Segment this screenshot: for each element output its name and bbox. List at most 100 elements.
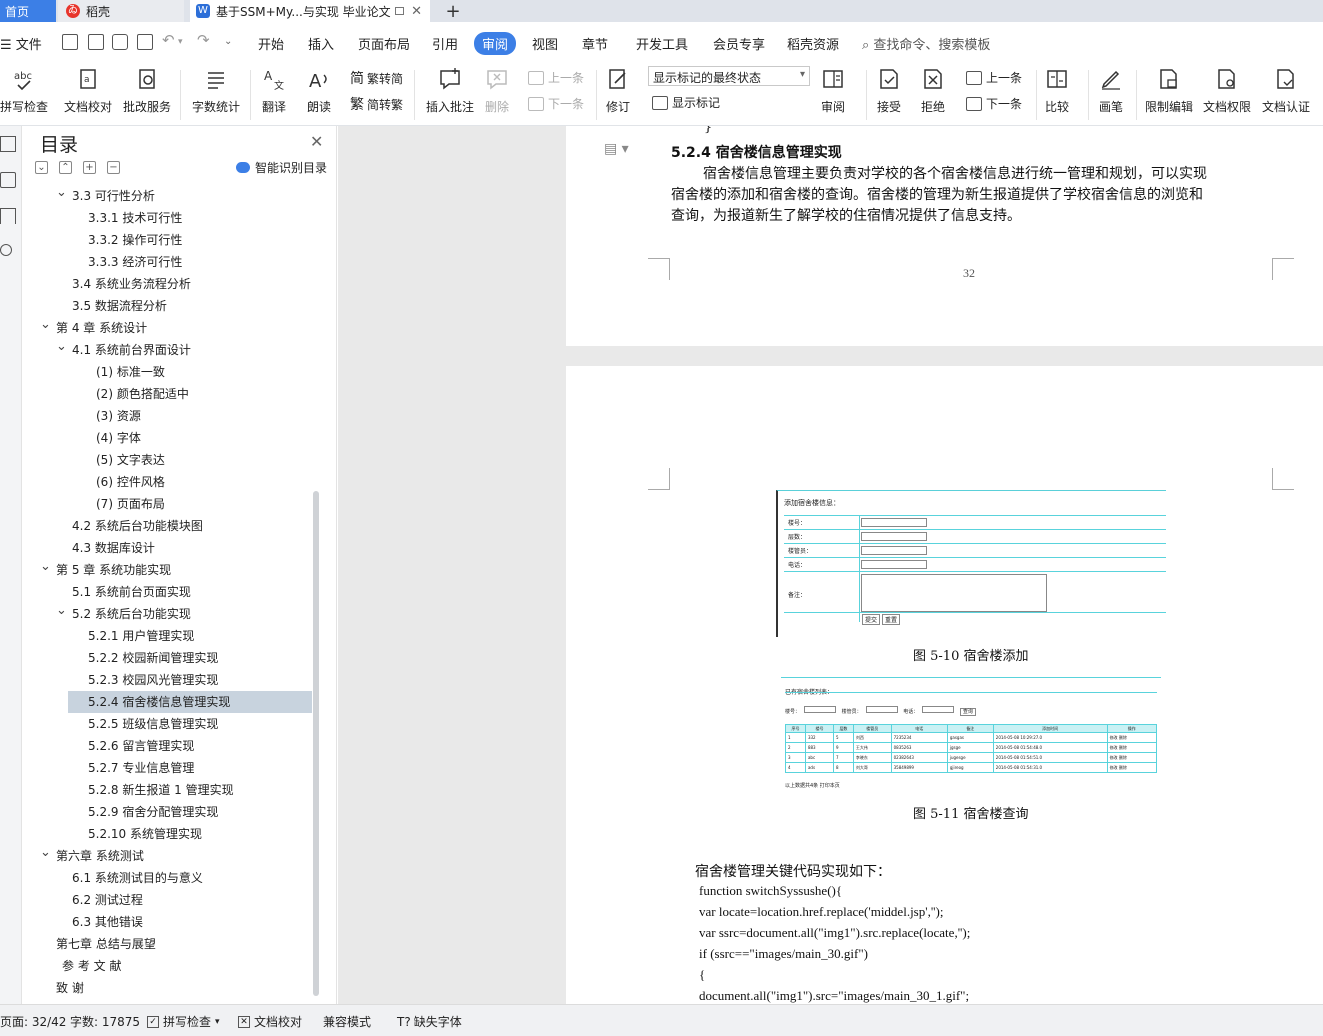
toc-item[interactable]: 5.2.9 宿舍分配管理实现 bbox=[22, 801, 312, 823]
paragraph-handle-icon[interactable]: ▤ ▾ bbox=[604, 141, 629, 157]
compat-mode-status[interactable]: 兼容模式 bbox=[323, 1013, 371, 1030]
prev-comment-button[interactable]: 上一条 bbox=[528, 69, 584, 86]
track-changes-button[interactable]: 修订 bbox=[605, 66, 631, 115]
toc-item[interactable]: 5.2.6 留言管理实现 bbox=[22, 735, 312, 757]
accept-change-button[interactable]: 接受 bbox=[876, 66, 902, 115]
prev-change-button[interactable]: 上一条 bbox=[966, 69, 1022, 86]
file-menu[interactable]: ☰ 文件 bbox=[0, 34, 42, 53]
read-aloud-button[interactable]: A 朗读 bbox=[306, 66, 332, 115]
toc-item[interactable]: ⌄ 3.3 可行性分析 bbox=[22, 185, 312, 207]
toc-expand-chevron-icon[interactable]: ⌄ bbox=[40, 842, 51, 864]
toc-item[interactable]: 3.3.1 技术可行性 bbox=[22, 207, 312, 229]
document-canvas[interactable]: } ▤ ▾ 5.2.4 宿舍楼信息管理实现 宿舍楼信息管理主要负责对学校的各个宿… bbox=[338, 126, 1323, 1004]
toc-item[interactable]: 5.2.1 用户管理实现 bbox=[22, 625, 312, 647]
menu-daoke-resources[interactable]: 稻壳资源 bbox=[787, 34, 839, 53]
menu-insert[interactable]: 插入 bbox=[308, 34, 334, 53]
translate-button[interactable]: A文 翻译 bbox=[261, 66, 287, 115]
command-search[interactable]: ⌕ 查找命令、搜索模板 bbox=[862, 34, 990, 53]
toc-item[interactable]: (7) 页面布局 bbox=[22, 493, 312, 515]
toc-expand-chevron-icon[interactable]: ⌄ bbox=[56, 182, 67, 204]
toc-item[interactable]: 4.3 数据库设计 bbox=[22, 537, 312, 559]
next-change-button[interactable]: 下一条 bbox=[966, 95, 1022, 112]
tab-home[interactable]: 首页 bbox=[0, 0, 56, 22]
smart-toc-button[interactable]: 智能识别目录 bbox=[236, 159, 327, 176]
toc-item[interactable]: 5.2.3 校园风光管理实现 bbox=[22, 669, 312, 691]
compare-button[interactable]: 比较 bbox=[1044, 66, 1070, 115]
redo-icon[interactable]: ↷ bbox=[197, 31, 210, 49]
undo-icon[interactable]: ↶ bbox=[162, 31, 175, 49]
toc-item[interactable]: (5) 文字表达 bbox=[22, 449, 312, 471]
toc-item[interactable]: (6) 控件风格 bbox=[22, 471, 312, 493]
toc-item[interactable]: (4) 字体 bbox=[22, 427, 312, 449]
toc-item[interactable]: 6.2 测试过程 bbox=[22, 889, 312, 911]
toc-item[interactable]: 3.3.3 经济可行性 bbox=[22, 251, 312, 273]
toc-item[interactable]: ⌄ 4.1 系统前台界面设计 bbox=[22, 339, 312, 361]
export-pdf-icon[interactable] bbox=[88, 34, 104, 50]
missing-font-status[interactable]: T? 缺失字体 bbox=[397, 1013, 462, 1030]
tab-close-icon[interactable]: ✕ bbox=[411, 4, 422, 19]
markup-state-select[interactable]: 显示标记的最终状态 bbox=[648, 66, 810, 86]
print-preview-icon[interactable] bbox=[137, 34, 153, 50]
toc-item[interactable]: 5.2.5 班级信息管理实现 bbox=[22, 713, 312, 735]
spell-check-button[interactable]: abc 拼写检查 bbox=[0, 66, 48, 115]
find-icon[interactable] bbox=[0, 244, 12, 256]
spell-check-status[interactable]: ✓ 拼写检查 ▾ bbox=[147, 1013, 220, 1030]
toc-close-icon[interactable]: ✕ bbox=[310, 132, 323, 151]
collapse-all-icon[interactable]: ⌄ bbox=[35, 161, 48, 174]
reject-change-button[interactable]: 拒绝 bbox=[920, 66, 946, 115]
undo-dropdown-icon[interactable]: ▾ bbox=[178, 37, 183, 47]
toc-item[interactable]: 第七章 总结与展望 bbox=[22, 933, 312, 955]
menu-review[interactable]: 审阅 bbox=[474, 32, 517, 55]
toc-expand-chevron-icon[interactable]: ⌄ bbox=[56, 600, 67, 622]
toc-panel-icon[interactable] bbox=[0, 136, 16, 152]
chapter-panel-icon[interactable] bbox=[0, 172, 16, 188]
menu-view[interactable]: 视图 bbox=[532, 34, 558, 53]
delete-comment-button[interactable]: 删除 bbox=[484, 66, 510, 115]
toc-item[interactable]: 3.3.2 操作可行性 bbox=[22, 229, 312, 251]
page-indicator[interactable]: 页面: 32/42 bbox=[0, 1013, 66, 1030]
toc-item[interactable]: (1) 标准一致 bbox=[22, 361, 312, 383]
doc-proof-status[interactable]: ✕ 文档校对 bbox=[238, 1013, 302, 1030]
expand-up-icon[interactable]: ⌃ bbox=[59, 161, 72, 174]
toc-item[interactable]: 5.2.10 系统管理实现 bbox=[22, 823, 312, 845]
insert-comment-button[interactable]: 插入批注 bbox=[426, 66, 474, 115]
toc-item[interactable]: 3.5 数据流程分析 bbox=[22, 295, 312, 317]
toc-item[interactable]: 6.3 其他错误 bbox=[22, 911, 312, 933]
toc-item[interactable]: 4.2 系统后台功能模块图 bbox=[22, 515, 312, 537]
toc-item[interactable]: 5.2.4 宿舍楼信息管理实现 bbox=[68, 691, 312, 713]
menu-member[interactable]: 会员专享 bbox=[713, 34, 765, 53]
menu-page-layout[interactable]: 页面布局 bbox=[358, 34, 410, 53]
add-heading-icon[interactable]: + bbox=[83, 161, 96, 174]
show-markup-button[interactable]: 显示标记 bbox=[652, 94, 720, 111]
toc-expand-chevron-icon[interactable]: ⌄ bbox=[40, 314, 51, 336]
simplified-to-traditional-button[interactable]: 繁简转繁 bbox=[350, 94, 403, 114]
menu-references[interactable]: 引用 bbox=[432, 34, 458, 53]
menu-chapter[interactable]: 章节 bbox=[582, 34, 608, 53]
toc-item[interactable]: 5.2.8 新生报道 1 管理实现 bbox=[22, 779, 312, 801]
word-count-status[interactable]: 字数: 17875 bbox=[70, 1013, 140, 1030]
tab-window-icon[interactable] bbox=[394, 7, 404, 15]
toc-item[interactable]: (2) 颜色搭配适中 bbox=[22, 383, 312, 405]
doc-certify-button[interactable]: 文档认证 bbox=[1262, 66, 1310, 115]
remove-heading-icon[interactable]: − bbox=[107, 161, 120, 174]
next-comment-button[interactable]: 下一条 bbox=[528, 95, 584, 112]
toc-item[interactable]: (3) 资源 bbox=[22, 405, 312, 427]
menu-start[interactable]: 开始 bbox=[258, 34, 284, 53]
print-icon[interactable] bbox=[112, 34, 128, 50]
toc-scrollbar[interactable] bbox=[313, 491, 319, 996]
ink-button[interactable]: 画笔 bbox=[1098, 66, 1124, 115]
toc-item[interactable]: 5.2.7 专业信息管理 bbox=[22, 757, 312, 779]
restrict-editing-button[interactable]: 限制编辑 bbox=[1145, 66, 1193, 115]
review-pane-button[interactable]: 审阅 bbox=[820, 66, 846, 115]
toc-item[interactable]: 参 考 文 献 bbox=[22, 955, 312, 977]
toc-item[interactable]: 致 谢 bbox=[22, 977, 312, 999]
bookmark-icon[interactable] bbox=[0, 208, 16, 224]
toc-item[interactable]: ⌄ 第 5 章 系统功能实现 bbox=[22, 559, 312, 581]
tab-daoke[interactable]: ゐ稻壳 bbox=[58, 0, 184, 22]
toc-item[interactable]: 5.2.2 校园新闻管理实现 bbox=[22, 647, 312, 669]
word-count-button[interactable]: 字数统计 bbox=[192, 66, 240, 115]
toc-item[interactable]: ⌄ 第六章 系统测试 bbox=[22, 845, 312, 867]
new-tab-button[interactable]: + bbox=[440, 0, 466, 22]
correction-service-button[interactable]: 批改服务 bbox=[123, 66, 171, 115]
toc-item[interactable]: ⌄ 5.2 系统后台功能实现 bbox=[22, 603, 312, 625]
